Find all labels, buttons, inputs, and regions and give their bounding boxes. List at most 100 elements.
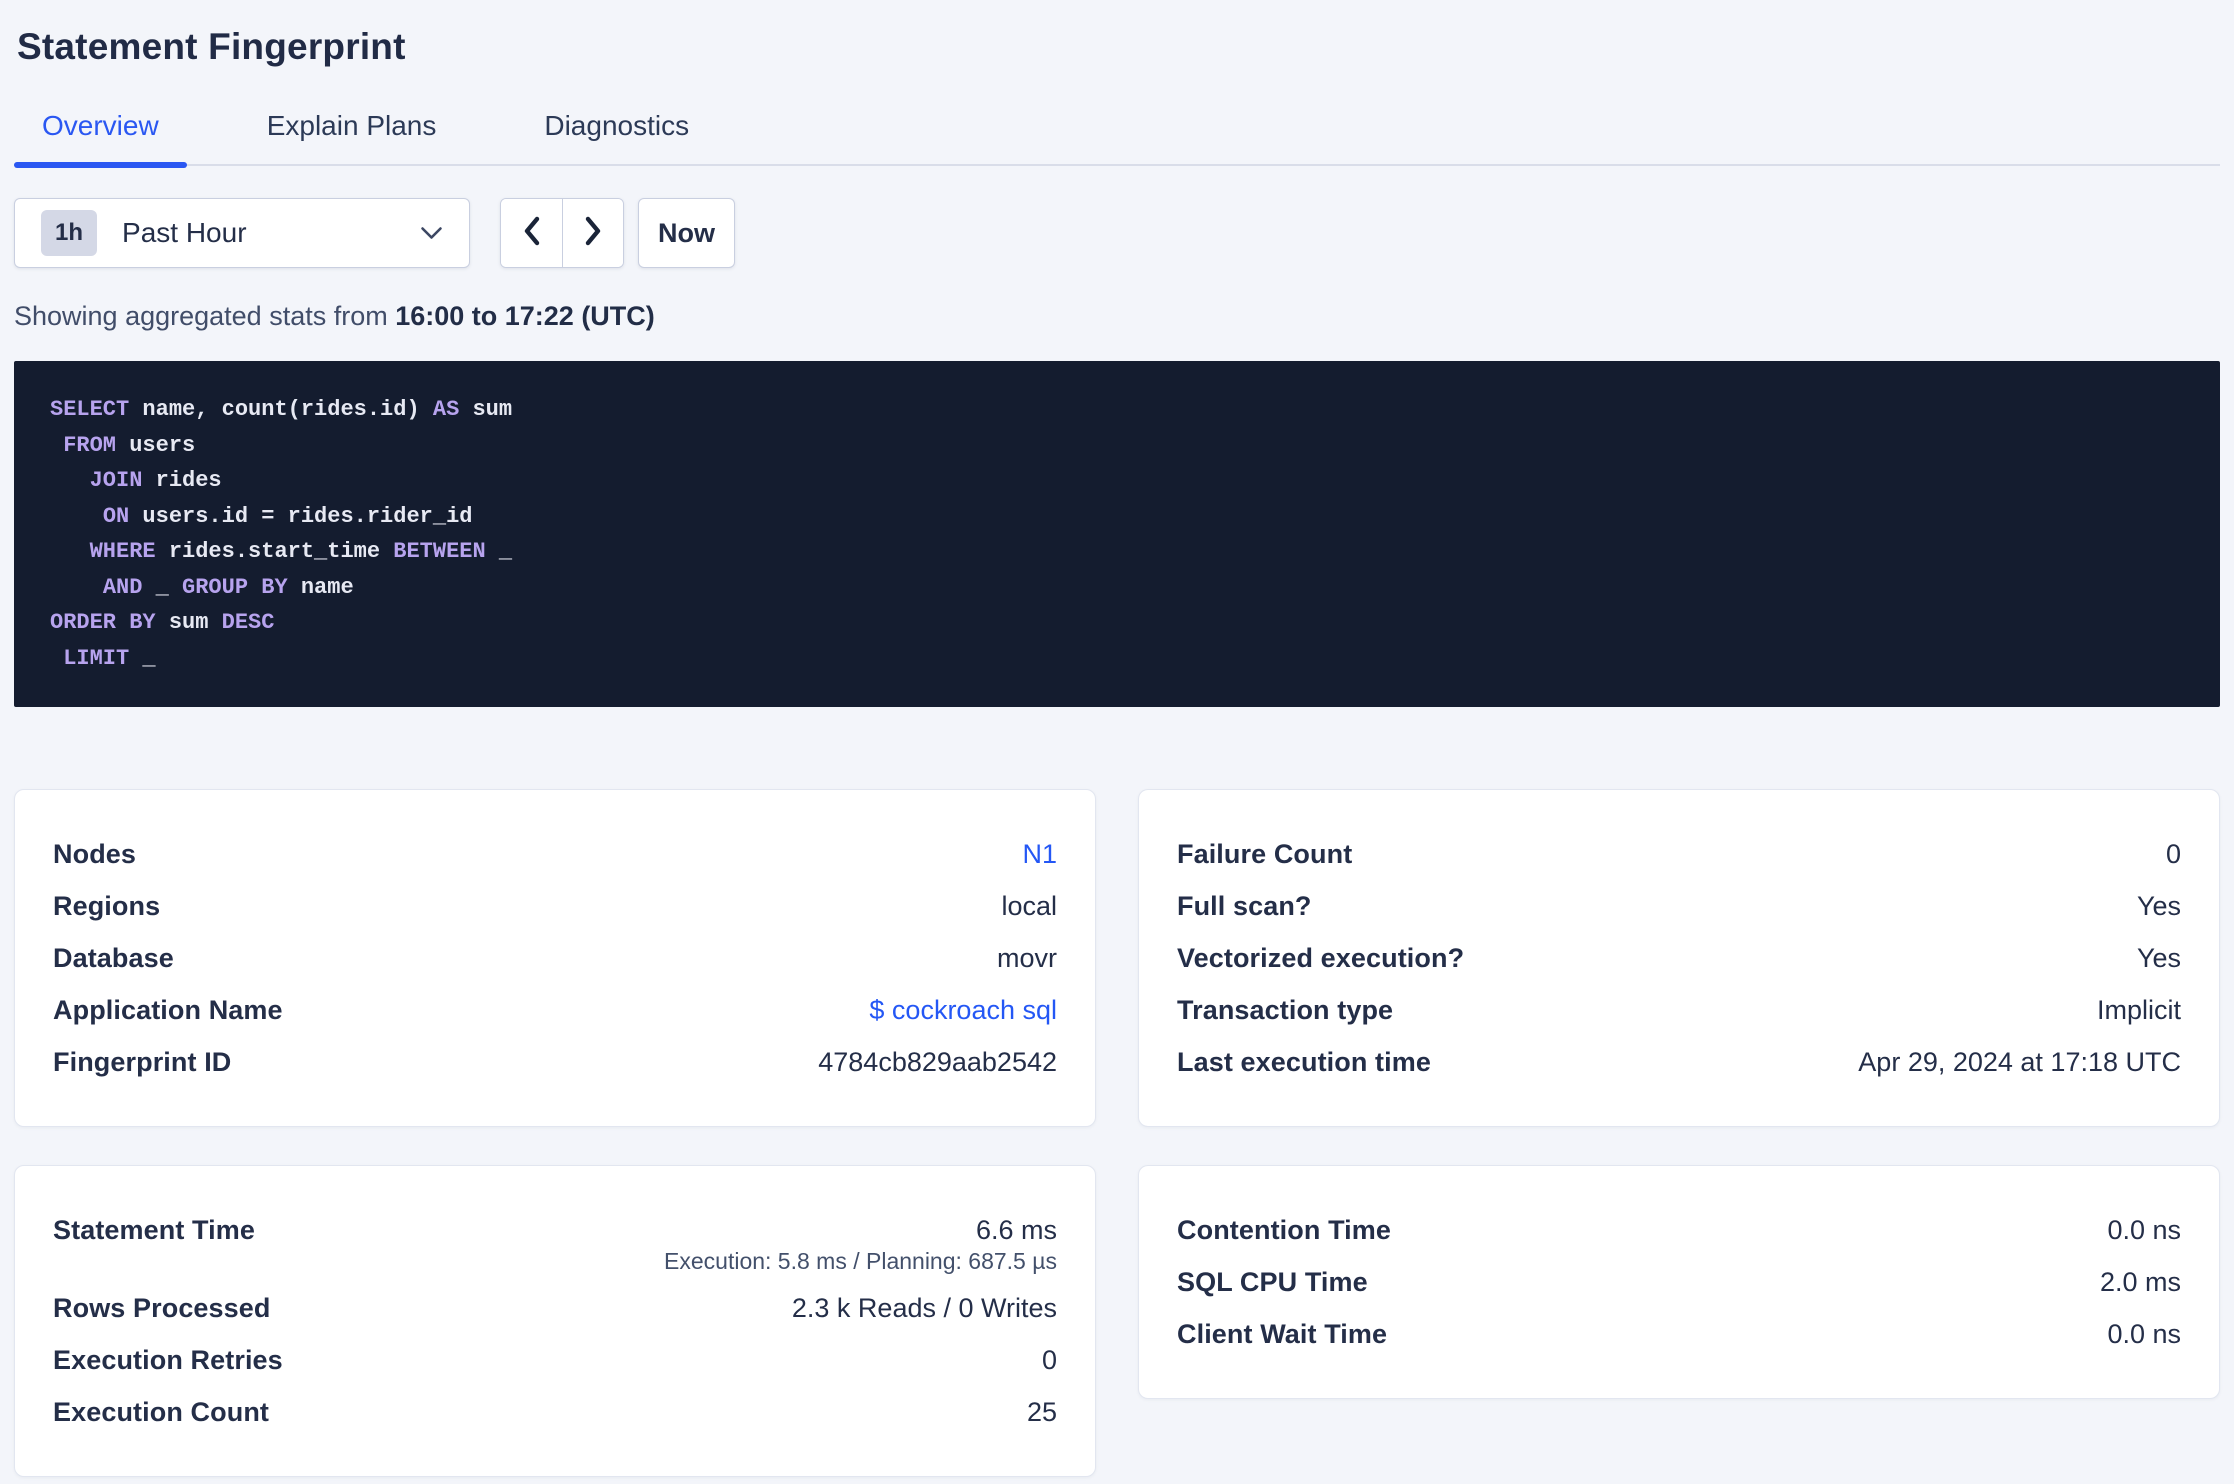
kv-value: 2.0 ms: [2099, 1266, 2181, 1297]
sql-token: _: [142, 574, 183, 600]
kv-label: Database: [53, 942, 174, 973]
now-button-label: Now: [658, 217, 715, 248]
stats-caption: Showing aggregated stats from 16:00 to 1…: [14, 301, 2220, 332]
kv-label: Execution Count: [53, 1396, 269, 1427]
summary-card-left: Nodes N1 Regions local Database movr App…: [14, 789, 1096, 1127]
sql-token: name, count(rides.id): [129, 397, 433, 422]
sql-line: SELECT name, count(rides.id) AS sum: [50, 392, 2190, 428]
kv-label: Last execution time: [1177, 1046, 1431, 1077]
next-time-button[interactable]: [562, 199, 623, 267]
sql-line: ORDER BY sum DESC: [50, 605, 2190, 641]
sql-token: BETWEEN: [393, 539, 486, 564]
kv-row-contention-time: Contention Time 0.0 ns: [1177, 1204, 2181, 1256]
sql-token: users.id = rides.rider_id: [129, 503, 473, 529]
kv-row-database: Database movr: [53, 932, 1057, 984]
kv-label: Fingerprint ID: [53, 1046, 232, 1077]
sql-token: AS: [432, 397, 460, 422]
active-tab-indicator: [14, 162, 187, 168]
kv-row-client-wait-time: Client Wait Time 0.0 ns: [1177, 1308, 2181, 1360]
kv-value: Yes: [2136, 890, 2181, 921]
kv-row-sql-cpu-time: SQL CPU Time 2.0 ms: [1177, 1256, 2181, 1308]
kv-value: 0: [1041, 1344, 1057, 1375]
time-range-label: Past Hour: [122, 217, 247, 248]
kv-value: 4784cb829aab2542: [818, 1046, 1057, 1077]
kv-value: 6.6 ms: [975, 1214, 1057, 1245]
sql-token: FROM: [63, 432, 117, 458]
page-title: Statement Fingerprint: [17, 26, 406, 67]
tab-bar: Overview Explain Plans Diagnostics: [14, 110, 2220, 168]
kv-label: Statement Time: [53, 1214, 255, 1245]
tab-explain-plans-label: Explain Plans: [266, 110, 437, 141]
kv-row-execution-count: Execution Count 25: [53, 1386, 1057, 1438]
kv-row-execution-retries: Execution Retries 0: [53, 1334, 1057, 1386]
sql-token: ON: [102, 503, 130, 529]
kv-label: Execution Retries: [53, 1344, 283, 1375]
sql-token: LIMIT: [63, 645, 130, 671]
sql-line: WHERE rides.start_time BETWEEN _: [50, 534, 2190, 570]
kv-value: 0.0 ns: [2107, 1214, 2181, 1245]
kv-row-transaction-type: Transaction type Implicit: [1177, 984, 2181, 1036]
sql-token: users: [116, 432, 196, 458]
tab-diagnostics-label: Diagnostics: [544, 110, 690, 141]
tab-overview[interactable]: Overview: [14, 110, 187, 168]
kv-label: Contention Time: [1177, 1214, 1391, 1245]
tab-diagnostics[interactable]: Diagnostics: [516, 110, 717, 164]
kv-row-application-name: Application Name $ cockroach sql: [53, 984, 1057, 1036]
sql-token: rides: [142, 468, 222, 493]
nodes-link[interactable]: N1: [1022, 839, 1057, 870]
stats-caption-prefix: Showing aggregated stats from: [14, 301, 396, 331]
time-controls: 1h Past Hour Now: [14, 198, 2220, 268]
kv-label: Transaction type: [1177, 994, 1394, 1025]
kv-value: movr: [997, 942, 1057, 973]
kv-value: 25: [1026, 1396, 1057, 1427]
chevron-down-icon: [420, 226, 443, 241]
kv-value: Implicit: [2096, 994, 2181, 1025]
kv-label: Rows Processed: [53, 1292, 271, 1323]
kv-label: Regions: [53, 890, 161, 921]
now-button[interactable]: Now: [638, 198, 735, 268]
kv-value: 0.0 ns: [2107, 1318, 2181, 1349]
sql-token: ORDER BY: [50, 610, 156, 635]
sql-token: DESC: [221, 610, 275, 635]
summary-card-right: Failure Count 0 Full scan? Yes Vectorize…: [1138, 789, 2220, 1127]
application-name-link[interactable]: $ cockroach sql: [869, 995, 1057, 1026]
chevron-right-icon: [584, 216, 602, 251]
sql-token: sum: [459, 397, 513, 422]
sql-token: _: [485, 539, 513, 564]
sql-line: FROM users: [50, 428, 2190, 464]
prev-time-button[interactable]: [501, 199, 562, 267]
timing-card-right: Contention Time 0.0 ns SQL CPU Time 2.0 …: [1138, 1165, 2220, 1399]
time-range-dropdown[interactable]: 1h Past Hour: [14, 198, 470, 268]
sql-line: JOIN rides: [50, 463, 2190, 499]
kv-label: Client Wait Time: [1177, 1318, 1388, 1349]
sql-token: WHERE: [89, 539, 156, 564]
sql-statement-box: SELECT name, count(rides.id) AS sum FROM…: [14, 361, 2220, 707]
kv-row-last-execution-time: Last execution time Apr 29, 2024 at 17:1…: [1177, 1036, 2181, 1088]
time-nav-group: [500, 198, 624, 268]
kv-value: local: [1001, 890, 1057, 921]
kv-value: 0: [2165, 838, 2181, 869]
statement-time-breakdown: Execution: 5.8 ms / Planning: 687.5 µs: [664, 1248, 1057, 1274]
kv-row-fingerprint-id: Fingerprint ID 4784cb829aab2542: [53, 1036, 1057, 1088]
sql-token: rides.start_time: [155, 539, 394, 564]
chevron-left-icon: [523, 216, 541, 251]
sql-line: LIMIT _: [50, 641, 2190, 677]
timing-card-left: Statement Time 6.6 ms Execution: 5.8 ms …: [14, 1165, 1096, 1477]
kv-row-regions: Regions local: [53, 880, 1057, 932]
kv-row-full-scan: Full scan? Yes: [1177, 880, 2181, 932]
stats-caption-range: 16:00 to 17:22 (UTC): [395, 301, 655, 331]
kv-value: 2.3 k Reads / 0 Writes: [791, 1292, 1057, 1323]
kv-label: SQL CPU Time: [1177, 1266, 1368, 1297]
kv-row-vectorized: Vectorized execution? Yes: [1177, 932, 2181, 984]
kv-row-rows-processed: Rows Processed 2.3 k Reads / 0 Writes: [53, 1282, 1057, 1334]
statement-fingerprint-page: Statement Fingerprint Overview Explain P…: [0, 26, 2234, 1477]
kv-label: Vectorized execution?: [1177, 942, 1465, 973]
stats-cards: Nodes N1 Regions local Database movr App…: [14, 789, 2220, 1477]
kv-row-failure-count: Failure Count 0: [1177, 828, 2181, 880]
tab-explain-plans[interactable]: Explain Plans: [239, 110, 465, 164]
kv-label: Nodes: [53, 838, 137, 869]
